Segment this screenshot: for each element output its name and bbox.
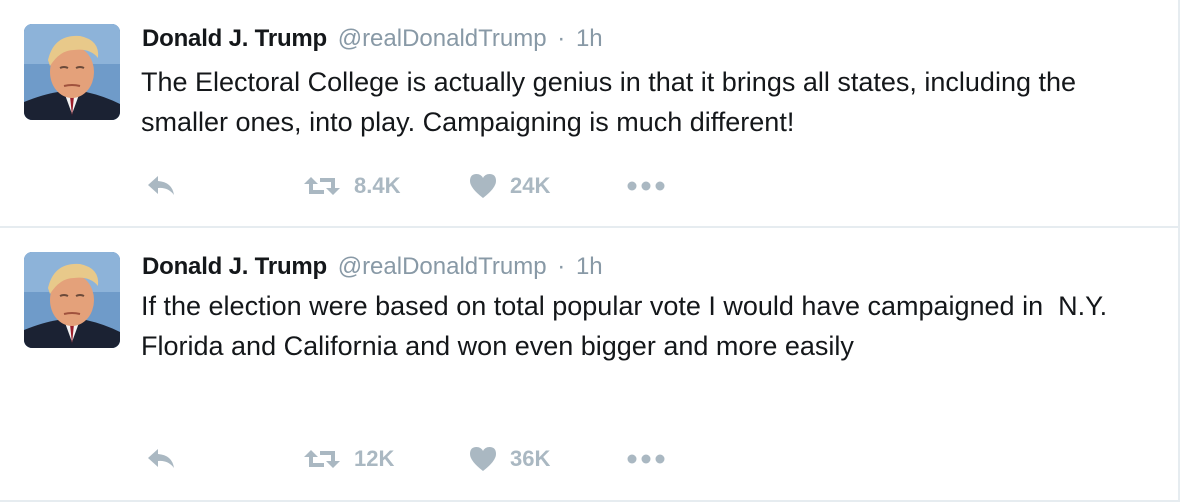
avatar[interactable] <box>24 252 120 348</box>
like-button[interactable]: 36K <box>468 439 550 479</box>
author-handle[interactable]: @realDonaldTrump <box>338 253 547 280</box>
heart-icon <box>470 174 496 198</box>
retweet-count: 12K <box>354 446 395 471</box>
tweet-header: Donald J. Trump @realDonaldTrump · 1h <box>142 250 603 284</box>
author-name[interactable]: Donald J. Trump <box>142 253 327 280</box>
tweet-actions: 12K 36K <box>142 439 702 479</box>
heart-icon <box>470 447 496 471</box>
profile-photo-icon <box>24 24 120 120</box>
tweet-text: The Electoral College is actually genius… <box>141 67 1077 137</box>
more-button[interactable] <box>626 166 666 206</box>
reply-icon <box>148 176 174 195</box>
tweet-actions: 8.4K 24K <box>142 166 702 206</box>
reply-button[interactable] <box>146 439 176 479</box>
retweet-button[interactable]: 8.4K <box>302 166 400 206</box>
separator-dot: · <box>557 25 566 52</box>
author-name[interactable]: Donald J. Trump <box>142 25 327 52</box>
like-count: 36K <box>510 446 551 471</box>
timestamp[interactable]: 1h <box>576 25 603 52</box>
retweet-count: 8.4K <box>354 173 401 198</box>
tweet-text: If the election were based on total popu… <box>141 291 1115 361</box>
retweet-icon <box>304 450 340 468</box>
tweet[interactable]: Donald J. Trump @realDonaldTrump · 1h Th… <box>0 0 1178 228</box>
more-icon <box>627 181 665 191</box>
reply-icon <box>148 449 174 468</box>
tweet-header: Donald J. Trump @realDonaldTrump · 1h <box>142 22 603 56</box>
timestamp[interactable]: 1h <box>576 253 603 280</box>
more-icon <box>627 454 665 464</box>
separator-dot: · <box>557 253 566 280</box>
retweet-icon <box>304 177 340 195</box>
author-handle[interactable]: @realDonaldTrump <box>338 25 547 52</box>
retweet-button[interactable]: 12K <box>302 439 394 479</box>
more-button[interactable] <box>626 439 666 479</box>
avatar[interactable] <box>24 24 120 120</box>
tweet[interactable]: Donald J. Trump @realDonaldTrump · 1h If… <box>0 228 1178 500</box>
reply-button[interactable] <box>146 166 176 206</box>
profile-photo-icon <box>24 252 120 348</box>
tweet-feed: Donald J. Trump @realDonaldTrump · 1h Th… <box>0 0 1180 502</box>
like-button[interactable]: 24K <box>468 166 550 206</box>
like-count: 24K <box>510 173 551 198</box>
